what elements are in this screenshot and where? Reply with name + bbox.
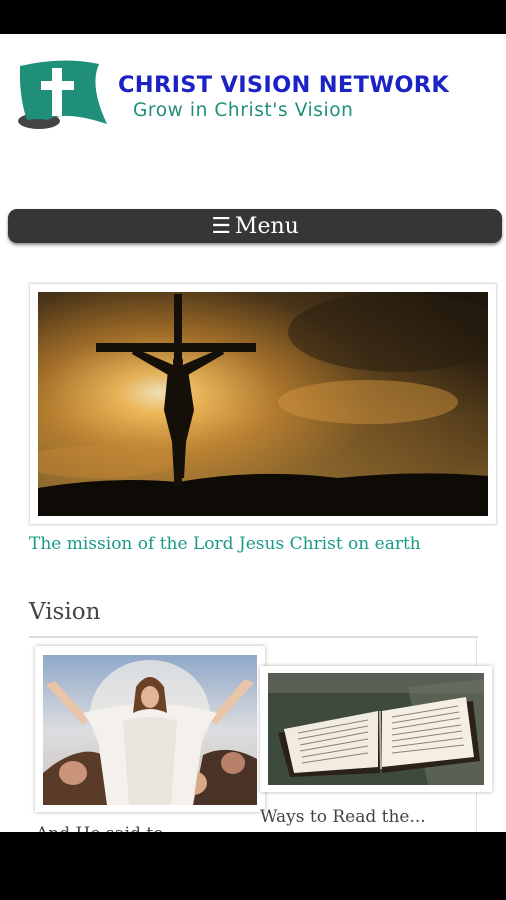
jesus-painting-image[interactable]	[43, 655, 257, 805]
brand-title[interactable]: CHRIST VISION NETWORK	[118, 72, 449, 98]
section-divider	[29, 636, 478, 638]
menu-label: Menu	[234, 213, 299, 239]
article-card-bible[interactable]	[260, 666, 492, 792]
hero-image-frame[interactable]	[29, 283, 497, 525]
article-card-title[interactable]: And He said to...	[36, 824, 179, 832]
hero-caption-link[interactable]: The mission of the Lord Jesus Christ on …	[29, 534, 421, 554]
open-bible-image[interactable]	[268, 673, 484, 785]
hamburger-icon: ☰	[211, 213, 231, 239]
page-content: CHRIST VISION NETWORK Grow in Christ's V…	[0, 34, 506, 832]
cross-logo-icon	[18, 60, 108, 129]
menu-button[interactable]: ☰ Menu	[8, 209, 502, 243]
article-card-jesus[interactable]	[35, 646, 265, 812]
vision-heading: Vision	[29, 599, 101, 625]
status-bar	[0, 0, 506, 34]
brand-tagline: Grow in Christ's Vision	[133, 100, 354, 121]
navigation-bar	[0, 832, 506, 900]
article-card-title[interactable]: Ways to Read the...	[260, 807, 426, 827]
crucifix-sunset-image[interactable]	[38, 292, 488, 516]
